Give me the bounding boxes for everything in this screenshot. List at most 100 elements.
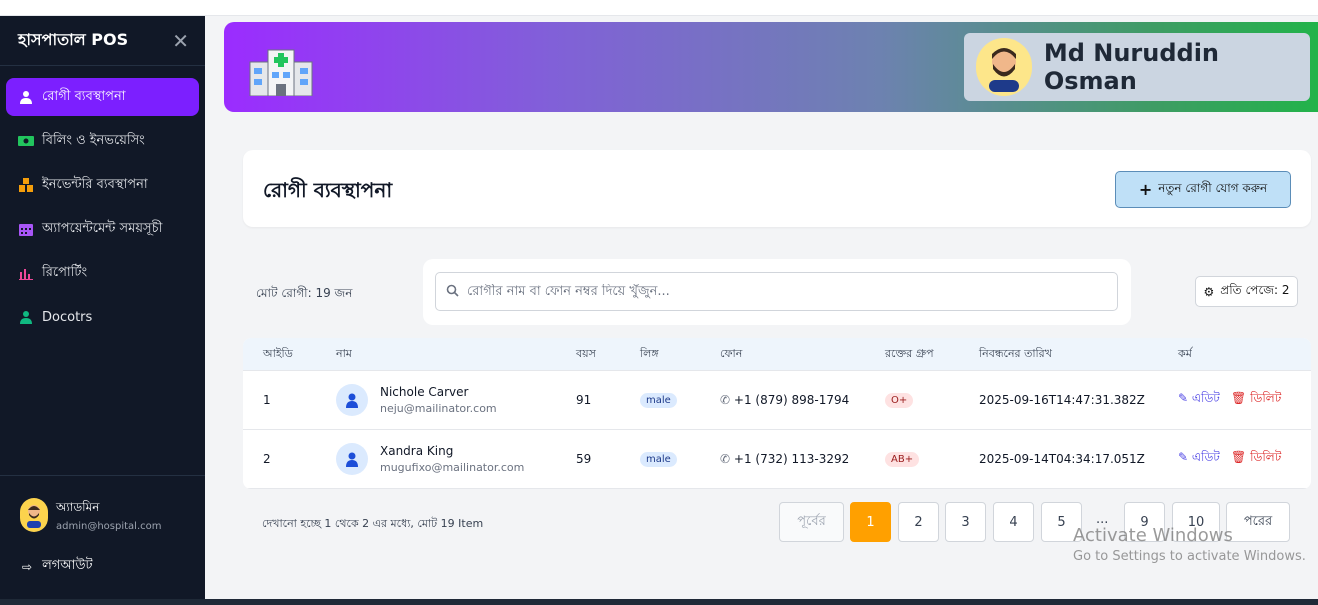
page-button-4[interactable]: 4 — [993, 502, 1034, 542]
edit-icon: ✎ — [1178, 450, 1189, 464]
plus-icon: + — [1138, 180, 1153, 199]
money-bill-icon — [18, 133, 34, 149]
trash-icon: 🗑 — [1231, 391, 1247, 405]
prev-page-button[interactable]: পূর্বের — [779, 502, 844, 542]
sidebar-item-inventory[interactable]: ইনভেন্টরি ব্যবস্থাপনা — [6, 166, 199, 204]
patient-email: neju@mailinator.com — [380, 402, 497, 415]
sidebar-footer: অ্যাডমিন admin@hospital.com ⇨ লগআউট — [0, 475, 205, 577]
close-icon[interactable]: ✕ — [172, 29, 189, 53]
sidebar-item-reporting[interactable]: রিপোর্টিং — [6, 254, 199, 292]
col-name: নাম — [336, 346, 352, 360]
avatar — [976, 38, 1032, 96]
search-icon — [446, 282, 459, 301]
patient-avatar-icon — [336, 443, 368, 475]
next-page-button[interactable]: পরের — [1226, 502, 1290, 542]
per-page-label: প্রতি পেজে: 2 — [1220, 282, 1290, 297]
search-input[interactable] — [467, 284, 1107, 299]
sidebar-item-appointments[interactable]: অ্যাপয়েন্টমেন্ট সময়সূচী — [6, 210, 199, 248]
sidebar-item-doctors[interactable]: Docotrs — [6, 298, 199, 336]
brand-title: হাসপাতাল POS — [18, 30, 129, 49]
delete-button[interactable]: 🗑 ডিলিট — [1231, 390, 1281, 410]
page-button-2[interactable]: 2 — [898, 502, 939, 542]
sidebar-nav: রোগী ব্যবস্থাপনা বিলিং ও ইনভয়েসিং ইনভেন… — [0, 66, 205, 336]
page-title: রোগী ব্যবস্থাপনা — [263, 178, 393, 202]
admin-name: অ্যাডমিন — [56, 499, 100, 514]
boxes-icon — [18, 177, 34, 193]
sidebar-item-label: অ্যাপয়েন্টমেন্ট সময়সূচী — [42, 220, 163, 236]
table-header: আইডি নাম বয়স লিঙ্গ ফোন রক্তের গ্রুপ নিব… — [243, 338, 1311, 371]
patient-info: Nichole Carver neju@mailinator.com — [380, 385, 497, 415]
patient-id: 2 — [263, 452, 271, 466]
col-age: বয়স — [576, 346, 596, 360]
user-profile-card[interactable]: Md Nuruddin Osman — [964, 33, 1310, 101]
sidebar-item-label: Docotrs — [42, 309, 93, 325]
gender-badge: male — [640, 392, 677, 408]
sidebar-item-label: বিলিং ও ইনভয়েসিং — [42, 132, 145, 148]
admin-profile: অ্যাডমিন admin@hospital.com — [0, 476, 205, 532]
activate-windows-title: Activate Windows — [1073, 525, 1233, 546]
phone-number: +1 (732) 113-3292 — [733, 452, 850, 466]
col-actions: কর্ম — [1178, 346, 1192, 360]
patient-age: 59 — [576, 452, 592, 466]
hospital-icon — [248, 46, 314, 100]
logout-button[interactable]: ⇨ লগআউট — [0, 532, 205, 577]
table-row: 1 Nichole Carver neju@mailinator.com 91 … — [243, 371, 1311, 430]
page-button-3[interactable]: 3 — [945, 502, 986, 542]
chart-icon — [18, 265, 34, 281]
edit-label: এডিট — [1191, 450, 1220, 464]
col-gender: লিঙ্গ — [640, 346, 659, 360]
sidebar: হাসপাতাল POS ✕ রোগী ব্যবস্থাপনা বিলিং ও … — [0, 16, 205, 599]
sidebar-item-label: রোগী ব্যবস্থাপনা — [42, 88, 126, 104]
activate-windows-subtitle: Go to Settings to activate Windows. — [1073, 549, 1306, 564]
patient-phone: ✆ +1 (732) 113-3292 — [720, 452, 849, 466]
col-phone: ফোন — [720, 346, 743, 360]
page-button-1[interactable]: 1 — [850, 502, 891, 542]
sidebar-item-patients[interactable]: রোগী ব্যবস্থাপনা — [6, 78, 199, 116]
delete-label: ডিলিট — [1250, 450, 1282, 464]
patient-name: Xandra King — [380, 444, 454, 458]
col-id: আইডি — [263, 346, 293, 360]
phone-icon: ✆ — [720, 452, 731, 466]
gear-icon: ⚙ — [1203, 284, 1215, 299]
sidebar-item-label: ইনভেন্টরি ব্যবস্থাপনা — [42, 176, 148, 192]
user-doctor-icon — [18, 89, 34, 105]
col-registration-date: নিবন্ধনের তারিখ — [979, 346, 1052, 360]
registration-date: 2025-09-14T04:34:17.051Z — [979, 452, 1145, 466]
pagination-summary: দেখানো হচ্ছে 1 থেকে 2 এর মধ্যে, মোট 19 I… — [262, 517, 484, 530]
blood-group-badge: O+ — [885, 392, 914, 408]
registration-date: 2025-09-16T14:47:31.382Z — [979, 393, 1145, 407]
edit-label: এডিট — [1191, 391, 1220, 405]
sidebar-item-label: রিপোর্টিং — [42, 264, 88, 280]
patient-info: Xandra King mugufixo@mailinator.com — [380, 444, 524, 474]
sidebar-brand: হাসপাতাল POS ✕ — [0, 16, 205, 66]
add-patient-label: নতুন রোগী যোগ করুন — [1158, 180, 1268, 195]
calendar-icon — [18, 221, 34, 237]
search-box[interactable] — [435, 272, 1118, 311]
patient-age: 91 — [576, 393, 592, 407]
header-banner: Md Nuruddin Osman — [224, 22, 1318, 112]
trash-icon: 🗑 — [1231, 450, 1247, 464]
patient-phone: ✆ +1 (879) 898-1794 — [720, 393, 849, 407]
patient-name: Nichole Carver — [380, 385, 469, 399]
user-name: Md Nuruddin Osman — [1043, 39, 1220, 95]
page-header-card: রোগী ব্যবস্থাপনা + নতুন রোগী যোগ করুন — [243, 150, 1311, 227]
avatar — [20, 498, 48, 532]
col-blood-group: রক্তের গ্রুপ — [885, 346, 934, 360]
edit-button[interactable]: ✎ এডিট — [1178, 390, 1220, 410]
taskbar-strip — [0, 599, 1318, 605]
admin-email: admin@hospital.com — [56, 520, 162, 532]
gender-badge: male — [640, 451, 677, 467]
delete-button[interactable]: 🗑 ডিলিট — [1231, 449, 1281, 469]
sidebar-item-billing[interactable]: বিলিং ও ইনভয়েসিং — [6, 122, 199, 160]
per-page-button[interactable]: ⚙ প্রতি পেজে: 2 — [1195, 276, 1298, 307]
phone-number: +1 (879) 898-1794 — [733, 393, 850, 407]
edit-icon: ✎ — [1178, 391, 1189, 405]
total-patients: মোট রোগী: 19 জন — [256, 286, 353, 300]
phone-icon: ✆ — [720, 393, 731, 407]
patient-id: 1 — [263, 393, 271, 407]
search-card — [423, 259, 1131, 325]
delete-label: ডিলিট — [1250, 391, 1282, 405]
user-icon — [18, 309, 34, 325]
add-patient-button[interactable]: + নতুন রোগী যোগ করুন — [1115, 171, 1291, 208]
edit-button[interactable]: ✎ এডিট — [1178, 449, 1220, 469]
